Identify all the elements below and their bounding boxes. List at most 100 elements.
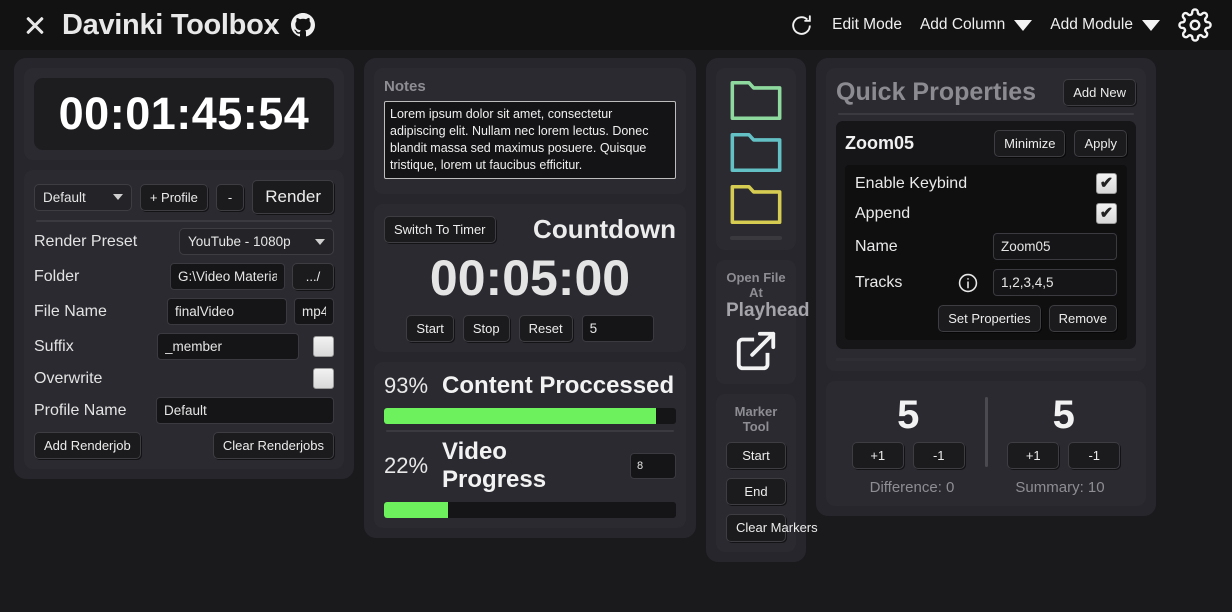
progress-module: 93% Content Proccessed 22% Video Progres… <box>374 362 686 528</box>
profile-select[interactable]: Default <box>34 183 132 211</box>
counter-right: 5 +1 -1 <box>994 395 1135 469</box>
timecode-display: 00:01:45:54 <box>34 78 334 150</box>
folders-module <box>716 68 796 250</box>
folder-label: Folder <box>34 267 80 285</box>
countdown-display: 00:05:00 <box>429 250 631 306</box>
add-column-button[interactable]: Add Column <box>919 16 1033 34</box>
edit-mode-button[interactable]: Edit Mode <box>832 16 902 34</box>
profile-name-row: Profile Name <box>34 397 334 424</box>
notes-module: Notes Lorem ipsum dolor sit amet, consec… <box>374 68 686 194</box>
remove-profile-button[interactable]: - <box>215 183 245 211</box>
remove-button[interactable]: Remove <box>1048 305 1117 332</box>
countdown-reset-button[interactable]: Reset <box>518 315 573 342</box>
filename-input[interactable] <box>167 298 287 325</box>
render-preset-select[interactable]: YouTube - 1080p <box>179 228 334 255</box>
progress-label: Content Proccessed <box>442 372 675 399</box>
suffix-input[interactable] <box>157 333 299 360</box>
progress-label: Video Progress <box>442 438 547 493</box>
title-bar: Davinki Toolbox Edit Mode Add Column Add… <box>0 0 1232 50</box>
folder-icon-yellow[interactable] <box>727 182 785 227</box>
apply-button[interactable]: Apply <box>1074 130 1127 157</box>
tracks-input[interactable] <box>993 269 1117 296</box>
set-properties-button[interactable]: Set Properties <box>938 305 1041 332</box>
counter-left-decrement[interactable]: -1 <box>912 442 965 469</box>
suffix-row: Suffix <box>34 333 334 360</box>
enable-keybind-row: Enable Keybind ✔ <box>855 173 1117 194</box>
profile-name-input[interactable] <box>156 397 334 424</box>
progress-fill <box>384 408 656 424</box>
add-new-button[interactable]: Add New <box>1063 79 1136 106</box>
filename-label: File Name <box>34 302 107 320</box>
folder-icon-green[interactable] <box>727 78 785 123</box>
render-preset-value: YouTube - 1080p <box>188 234 291 249</box>
render-preset-row: Render Preset YouTube - 1080p <box>34 228 334 255</box>
countdown-start-button[interactable]: Start <box>406 315 454 342</box>
folder-input[interactable] <box>170 263 285 290</box>
counter-right-decrement[interactable]: -1 <box>1068 442 1121 469</box>
overwrite-checkbox[interactable] <box>313 368 334 389</box>
countdown-minutes-input[interactable] <box>581 315 654 342</box>
countdown-title: Countdown <box>533 214 676 244</box>
property-card: Zoom05 Minimize Apply Enable Keybind ✔ A… <box>836 121 1136 349</box>
progress-percent: 93% <box>384 373 429 398</box>
timecode-module: 00:01:45:54 <box>24 68 344 160</box>
marker-start-button[interactable]: Start <box>726 442 786 469</box>
marker-end-button[interactable]: End <box>726 478 786 505</box>
gear-icon[interactable] <box>1178 8 1212 42</box>
notes-textarea[interactable]: Lorem ipsum dolor sit amet, consectetur … <box>384 101 676 179</box>
counter-right-increment[interactable]: +1 <box>1007 442 1060 469</box>
close-icon[interactable] <box>20 10 50 40</box>
folder-icon-teal[interactable] <box>727 130 785 175</box>
counter-difference: Difference: 0 <box>869 479 955 496</box>
progress-input[interactable] <box>630 453 676 479</box>
counter-left-increment[interactable]: +1 <box>851 442 904 469</box>
clear-renderjobs-button[interactable]: Clear Renderjobs <box>212 432 334 459</box>
add-renderjob-button[interactable]: Add Renderjob <box>34 432 141 459</box>
suffix-label: Suffix <box>34 337 74 355</box>
playhead-label: Playhead <box>726 300 810 321</box>
profile-name-label: Profile Name <box>34 401 127 419</box>
github-icon[interactable] <box>291 13 316 37</box>
external-link-icon[interactable] <box>733 328 779 374</box>
countdown-stop-button[interactable]: Stop <box>462 315 510 342</box>
add-module-button[interactable]: Add Module <box>1050 16 1160 34</box>
info-icon[interactable] <box>957 272 979 294</box>
tracks-row: Tracks <box>855 269 1117 296</box>
property-name: Zoom05 <box>845 133 915 153</box>
filename-row: File Name <box>34 298 334 325</box>
overwrite-label: Overwrite <box>34 369 103 387</box>
property-name-input[interactable] <box>993 233 1117 260</box>
folder-divider <box>730 236 782 240</box>
minimize-button[interactable]: Minimize <box>994 130 1066 157</box>
append-checkbox[interactable]: ✔ <box>1096 203 1117 224</box>
app-title: Davinki Toolbox <box>62 8 280 41</box>
counter-left-value: 5 <box>897 393 920 437</box>
progress-fill <box>384 502 449 518</box>
marker-tool-title: Marker Tool <box>734 404 778 434</box>
refresh-icon[interactable] <box>789 13 814 38</box>
add-profile-button[interactable]: + Profile <box>139 183 208 211</box>
extension-input[interactable] <box>294 298 334 325</box>
clear-markers-button[interactable]: Clear Markers <box>726 514 818 543</box>
add-column-label: Add Column <box>919 16 1006 33</box>
counter-divider <box>984 397 988 467</box>
folder-browse-button[interactable]: .../ <box>292 263 334 290</box>
edit-mode-label: Edit Mode <box>832 16 902 33</box>
divider <box>838 113 1134 115</box>
suffix-checkbox[interactable] <box>313 336 334 357</box>
tracks-label: Tracks <box>855 273 903 291</box>
module-board: 00:01:45:54 Default + Profile - Render R… <box>0 50 1232 612</box>
progress-item: 22% Video Progress <box>384 438 676 518</box>
enable-keybind-checkbox[interactable]: ✔ <box>1096 173 1117 194</box>
countdown-module: Switch To Timer Countdown 00:05:00 Start… <box>374 204 686 352</box>
switch-to-timer-button[interactable]: Switch To Timer <box>384 216 496 243</box>
marker-tool-module: Marker Tool Start End Clear Markers <box>716 394 818 553</box>
property-name-row: Name <box>855 233 1117 260</box>
render-button[interactable]: Render <box>252 180 334 214</box>
progress-percent: 22% <box>384 453 429 478</box>
overwrite-row: Overwrite <box>34 368 334 389</box>
column-notes: Notes Lorem ipsum dolor sit amet, consec… <box>364 58 696 538</box>
quick-properties-title: Quick Properties <box>836 78 1037 106</box>
chevron-down-icon <box>315 238 325 245</box>
divider <box>36 220 332 222</box>
